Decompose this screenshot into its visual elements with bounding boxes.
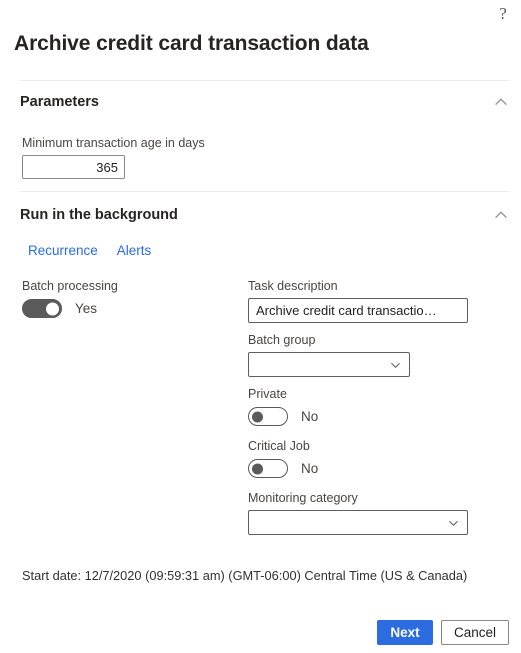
- critical-job-state: No: [301, 461, 319, 476]
- help-icon[interactable]: ?: [491, 2, 515, 26]
- background-tabs: Recurrence Alerts: [28, 243, 151, 258]
- chevron-up-icon[interactable]: [493, 94, 509, 110]
- section-title-run-in-background: Run in the background: [20, 207, 178, 223]
- critical-job-row: No: [248, 459, 473, 478]
- start-date-text: Start date: 12/7/2020 (09:59:31 am) (GMT…: [22, 568, 468, 583]
- private-row: No: [248, 407, 473, 426]
- right-column: Task description Batch group Private No …: [248, 279, 473, 545]
- private-state: No: [301, 409, 319, 424]
- task-description-input[interactable]: [248, 298, 468, 323]
- batch-group-group: Batch group: [248, 333, 473, 377]
- left-column: Batch processing Yes: [22, 279, 232, 318]
- critical-job-toggle[interactable]: [248, 459, 288, 478]
- monitoring-category-label: Monitoring category: [248, 491, 358, 505]
- batch-processing-state: Yes: [75, 301, 98, 316]
- next-button[interactable]: Next: [376, 620, 433, 645]
- task-description-label: Task description: [248, 279, 338, 293]
- batch-processing-toggle[interactable]: [22, 299, 62, 318]
- tab-recurrence[interactable]: Recurrence: [28, 243, 98, 258]
- section-title-parameters: Parameters: [20, 94, 99, 110]
- min-transaction-age-input[interactable]: [22, 155, 125, 179]
- section-header-parameters[interactable]: Parameters: [20, 94, 509, 110]
- task-description-group: Task description: [248, 279, 473, 323]
- parameters-body: Minimum transaction age in days: [22, 136, 205, 179]
- toggle-knob-icon: [252, 463, 263, 474]
- toggle-knob-icon: [46, 302, 59, 315]
- critical-job-label: Critical Job: [248, 439, 310, 453]
- page-title: Archive credit card transaction data: [14, 32, 369, 55]
- cancel-button[interactable]: Cancel: [440, 620, 509, 645]
- batch-group-label: Batch group: [248, 333, 316, 347]
- batch-group-select[interactable]: [248, 352, 410, 377]
- footer-buttons: Next Cancel: [376, 620, 509, 645]
- batch-processing-row: Yes: [22, 299, 232, 318]
- toggle-knob-icon: [252, 411, 263, 422]
- divider-sections: [20, 191, 509, 192]
- monitoring-category-group: Monitoring category: [248, 491, 473, 535]
- chevron-up-icon[interactable]: [493, 207, 509, 223]
- tab-alerts[interactable]: Alerts: [117, 243, 152, 258]
- critical-job-group: Critical Job No: [248, 439, 473, 478]
- min-transaction-age-label: Minimum transaction age in days: [22, 136, 205, 150]
- private-group: Private No: [248, 387, 473, 426]
- batch-processing-label: Batch processing: [22, 279, 118, 293]
- private-toggle[interactable]: [248, 407, 288, 426]
- private-label: Private: [248, 387, 287, 401]
- monitoring-category-select[interactable]: [248, 510, 468, 535]
- section-header-run-in-background[interactable]: Run in the background: [20, 207, 509, 223]
- divider-title: [20, 80, 509, 81]
